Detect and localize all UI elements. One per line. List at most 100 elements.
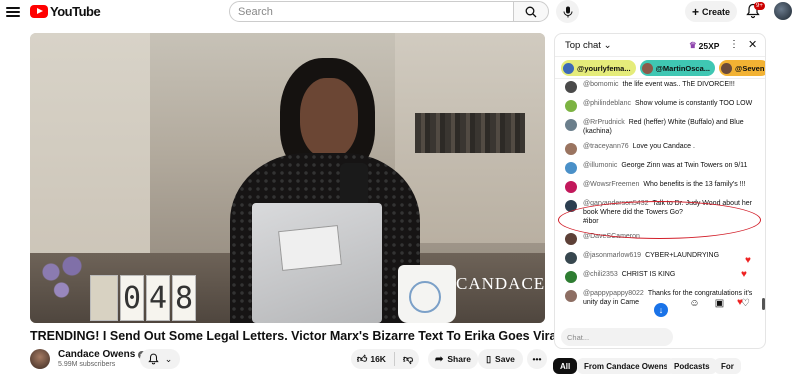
- chat-author-avatar[interactable]: [565, 290, 577, 302]
- video-title: TRENDING! I Send Out Some Legal Letters.…: [30, 329, 615, 343]
- more-horizontal-icon: •••: [532, 354, 542, 364]
- chat-author-name[interactable]: @philindeblanc: [583, 100, 631, 107]
- super-chat-tickers: @yourlyfema... @MartinOsca... @Seven: [555, 57, 765, 79]
- channel-name[interactable]: Candace Owens ✓: [58, 349, 147, 360]
- chat-author-avatar[interactable]: [565, 81, 577, 93]
- chat-message-body: @bomomic the life event was.. ThE DIVORCE…: [583, 80, 735, 93]
- notification-badge: 9+: [754, 2, 765, 10]
- scroll-to-bottom-icon[interactable]: ↓: [654, 303, 668, 317]
- mug-logo: [409, 281, 441, 313]
- chat-message-body: @DaveSCameron: [583, 232, 644, 245]
- thumbs-down-icon: 👎︎: [402, 354, 414, 365]
- heart-reaction: ♥: [741, 269, 747, 280]
- create-button[interactable]: + Create: [685, 1, 737, 22]
- share-arrow-icon: ➦: [434, 353, 444, 365]
- chat-author-avatar[interactable]: [565, 181, 577, 193]
- chat-message[interactable]: @philindeblanc Show volume is constantly …: [555, 99, 765, 112]
- chat-author-avatar[interactable]: [565, 200, 577, 212]
- chat-author-avatar[interactable]: [565, 162, 577, 174]
- chat-message-body: @WowsrFreemen Who benefits is the 13 fami…: [583, 180, 746, 193]
- chip-podcasts[interactable]: Podcasts: [667, 358, 717, 374]
- chat-author-avatar[interactable]: [565, 119, 577, 131]
- chat-author-name[interactable]: @jasonmarlow619: [583, 252, 641, 259]
- account-avatar[interactable]: [774, 2, 792, 20]
- chat-author-name[interactable]: @chili2353: [583, 271, 618, 278]
- chat-message-tag: #ibor: [583, 218, 599, 225]
- chat-scrollbar[interactable]: [762, 298, 765, 310]
- chat-input-row: Chat...: [555, 324, 765, 348]
- chat-message[interactable]: @DaveSCameron: [555, 232, 765, 245]
- chevron-down-icon: ⌄: [603, 39, 612, 51]
- youtube-play-icon: [30, 5, 48, 18]
- chat-author-avatar[interactable]: [565, 233, 577, 245]
- more-actions-button[interactable]: •••: [527, 349, 547, 369]
- chat-message-text: Who benefits is the 13 family's !!!: [643, 181, 746, 188]
- search-button[interactable]: [513, 1, 549, 22]
- chat-author-avatar[interactable]: [565, 252, 577, 264]
- bell-icon: [148, 353, 159, 365]
- chip-for[interactable]: For: [714, 358, 741, 374]
- chat-author-avatar[interactable]: [565, 271, 577, 283]
- chat-author-name[interactable]: @DaveSCameron: [583, 233, 640, 240]
- chat-message[interactable]: @garyanderson5432 Talk to Dr. Judy Wood a…: [555, 199, 765, 226]
- chat-author-name[interactable]: @illumonic: [583, 162, 617, 169]
- youtube-logo[interactable]: YouTube: [30, 4, 101, 19]
- chat-message-text: CHRIST IS KING: [621, 271, 676, 278]
- bookmark-icon: ▯: [486, 353, 492, 364]
- chat-message-text: Show volume is constantly TOO LOW: [634, 100, 753, 107]
- chat-message[interactable]: @WowsrFreemen Who benefits is the 13 fami…: [555, 180, 765, 193]
- chat-more-options-icon[interactable]: ⋮: [729, 39, 739, 50]
- chat-message-body: @garyanderson5432 Talk to Dr. Judy Wood a…: [583, 199, 757, 226]
- chat-author-name[interactable]: @RrPrudnick: [583, 119, 625, 126]
- chat-author-name[interactable]: @pappypappy8022: [583, 290, 644, 297]
- chat-message-text: George Zinn was at Twin Towers on 9/11: [621, 162, 748, 169]
- ticker-item[interactable]: @MartinOsca...: [639, 60, 716, 76]
- video-player[interactable]: 0 4 8 CANDACE: [30, 33, 545, 323]
- chat-mode-dropdown[interactable]: Top chat ⌄: [565, 40, 612, 51]
- xp-badge[interactable]: ♛ 25XP: [689, 40, 719, 51]
- books: [415, 113, 525, 153]
- subscriber-count: 5.99M subscribers: [58, 361, 116, 368]
- chat-author-name[interactable]: @WowsrFreemen: [583, 181, 639, 188]
- chip-all[interactable]: All: [553, 358, 578, 374]
- ticker-name: @Seven: [735, 63, 765, 73]
- heart-reaction: ♥: [737, 297, 743, 308]
- chat-message-body: @pappypappy8022 Thanks for the congratula…: [583, 289, 757, 307]
- share-button[interactable]: ➦ Share: [428, 349, 478, 369]
- chat-message[interactable]: @illumonic George Zinn was at Twin Towers…: [555, 161, 765, 174]
- chat-author-avatar[interactable]: [565, 143, 577, 155]
- chat-message[interactable]: @bomomic the life event was.. ThE DIVORCE…: [555, 80, 765, 93]
- super-chat-icon[interactable]: ▣: [713, 297, 726, 310]
- chat-message[interactable]: @traceyann76 Love you Candace .: [555, 142, 765, 155]
- close-icon[interactable]: ✕: [748, 38, 757, 51]
- counter-digit: 4: [146, 275, 170, 321]
- microphone-icon: [563, 6, 572, 17]
- chat-author-avatar[interactable]: [565, 100, 577, 112]
- chat-author-name[interactable]: @garyanderson5432: [583, 200, 649, 207]
- chat-message-text: Love you Candace .: [632, 143, 695, 150]
- search-input[interactable]: Search: [229, 1, 514, 22]
- channel-avatar[interactable]: [30, 349, 50, 369]
- dislike-button[interactable]: 👎︎: [403, 353, 413, 365]
- counter-digit: 8: [172, 275, 196, 321]
- hamburger-menu-icon[interactable]: [6, 5, 20, 19]
- host-face: [300, 78, 358, 158]
- chat-message[interactable]: @RrPrudnick Red (heffer) White (Buffalo) …: [555, 118, 765, 136]
- subscription-bell-button[interactable]: ⌄: [140, 349, 180, 369]
- ticker-item[interactable]: @Seven: [719, 60, 765, 76]
- chat-author-name[interactable]: @traceyann76: [583, 143, 629, 150]
- save-button[interactable]: ▯ Save: [478, 349, 523, 369]
- ticker-avatar: [721, 62, 733, 74]
- chat-author-name[interactable]: @bomomic: [583, 81, 619, 88]
- voice-search-button[interactable]: [556, 0, 579, 23]
- chat-input[interactable]: Chat...: [561, 328, 673, 346]
- emoji-icon[interactable]: ☺: [688, 297, 701, 310]
- chat-message-body: @jasonmarlow619 CYBER+LAUNDRYING: [583, 251, 719, 264]
- crown-icon: ♛: [689, 40, 697, 50]
- heart-reaction: ♥: [745, 255, 751, 266]
- ticker-item[interactable]: @yourlyfema...: [561, 60, 636, 76]
- chip-from-channel[interactable]: From Candace Owens: [577, 358, 676, 374]
- like-button[interactable]: 👍︎ 16K: [357, 353, 386, 365]
- chevron-down-icon: ⌄: [164, 353, 173, 364]
- like-count: 16K: [370, 354, 386, 364]
